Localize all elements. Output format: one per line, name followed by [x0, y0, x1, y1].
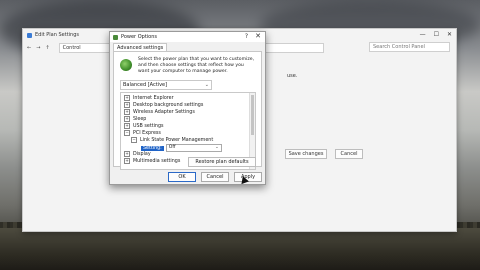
tree-item-multimedia-settings[interactable]: + Multimedia settings [124, 158, 180, 164]
dialog-cancel-button[interactable]: Cancel [201, 172, 229, 182]
plan-select[interactable]: Balanced [Active] ⌄ [120, 80, 212, 90]
tree-item-label: Sleep [133, 116, 147, 122]
expand-icon[interactable]: + [124, 151, 130, 157]
tree-item-usb-settings[interactable]: + USB settings [124, 123, 164, 129]
ok-button[interactable]: OK [168, 172, 196, 182]
chevron-down-icon: ⌄ [204, 82, 209, 88]
tree-item-internet-explorer[interactable]: + Internet Explorer [124, 95, 174, 101]
forward-arrow-icon[interactable]: → [36, 45, 40, 51]
tree-item-pci-express[interactable]: − PCI Express [124, 130, 161, 136]
search-placeholder: Search Control Panel [373, 44, 425, 50]
tree-item-label: PCI Express [133, 130, 161, 136]
dialog-close-button[interactable]: ✕ [255, 32, 261, 40]
description-text: Select the power plan that you want to c… [138, 57, 255, 74]
expand-icon[interactable]: + [124, 116, 130, 122]
control-panel-icon [27, 32, 32, 38]
back-arrow-icon[interactable]: ← [27, 45, 31, 51]
expand-icon[interactable]: + [124, 123, 130, 129]
tree-item-label: Display [133, 151, 151, 157]
window-controls: — ☐ ✕ [420, 31, 452, 38]
maximize-button[interactable]: ☐ [434, 31, 439, 38]
dialog-title: Power Options [121, 34, 157, 40]
chevron-down-icon: ⌄ [214, 145, 219, 150]
body-text: use. [287, 73, 298, 79]
tree-item-desktop-background[interactable]: + Desktop background settings [124, 102, 203, 108]
expand-icon[interactable]: + [124, 158, 130, 164]
tree-item-label: Multimedia settings [133, 158, 181, 164]
help-button[interactable]: ? [245, 33, 248, 40]
power-options-dialog: Power Options ? ✕ Advanced settings Sele… [109, 31, 266, 185]
expand-icon[interactable]: + [124, 109, 130, 115]
close-button[interactable]: ✕ [447, 31, 452, 38]
tree-item-link-state-power-management[interactable]: − Link State Power Management [131, 137, 213, 143]
tree-item-setting[interactable]: Setting: Off ⌄ [141, 144, 222, 152]
tree-item-label: Link State Power Management [140, 137, 214, 143]
tree-item-label: Internet Explorer [133, 95, 174, 101]
window-title: Edit Plan Settings [35, 32, 80, 38]
tree-item-label: Wireless Adapter Settings [133, 109, 195, 115]
collapse-icon[interactable]: − [124, 130, 130, 136]
advanced-settings-panel: Select the power plan that you want to c… [113, 51, 262, 170]
tree-item-label: Desktop background settings [133, 102, 204, 108]
setting-select[interactable]: Off ⌄ [165, 144, 222, 152]
tree-item-display[interactable]: + Display [124, 151, 151, 157]
minimize-button[interactable]: — [420, 31, 426, 38]
up-arrow-icon[interactable]: ↑ [45, 45, 49, 51]
tree-item-wireless-adapter[interactable]: + Wireless Adapter Settings [124, 109, 195, 115]
power-plan-icon [120, 59, 132, 71]
restore-plan-defaults-button[interactable]: Restore plan defaults [188, 157, 256, 167]
plan-select-value: Balanced [Active] [123, 82, 168, 88]
tree-item-sleep[interactable]: + Sleep [124, 116, 146, 122]
power-options-icon [113, 34, 118, 40]
dialog-titlebar: Power Options ? ✕ [110, 32, 265, 42]
expand-icon[interactable]: + [124, 102, 130, 108]
save-changes-button[interactable]: Save changes [285, 149, 327, 159]
scrollbar-thumb[interactable] [251, 95, 254, 135]
search-input[interactable]: Search Control Panel [369, 42, 450, 52]
collapse-icon[interactable]: − [131, 137, 137, 143]
address-text: Control [62, 45, 81, 51]
setting-select-value: Off [168, 145, 176, 150]
tree-item-label: USB settings [133, 123, 164, 129]
cancel-button[interactable]: Cancel [335, 149, 363, 159]
setting-label: Setting: [141, 145, 164, 151]
expand-icon[interactable]: + [124, 95, 130, 101]
tab-bar: Advanced settings [110, 42, 265, 52]
